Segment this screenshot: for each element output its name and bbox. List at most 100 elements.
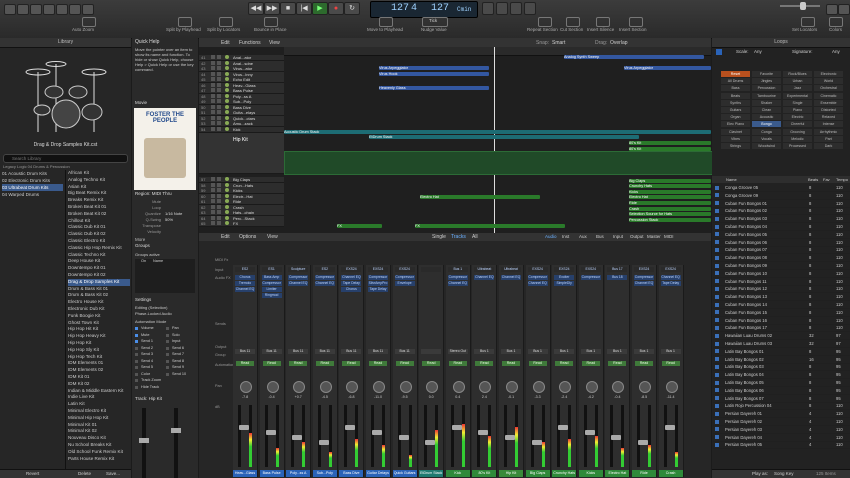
loop-list-item[interactable]: Cuban Fun Bongos 08 8 110 [713,254,850,263]
track-name[interactable]: Quick...ctars [233,116,255,121]
strip-name[interactable]: Kick [445,470,470,477]
volume-fader[interactable] [424,405,436,467]
track-name[interactable]: Crun...Hats [233,183,253,188]
automation-mode[interactable]: Read [315,361,334,366]
library-kit-item[interactable]: Downtempo Kit 02 [68,272,130,279]
mixer-filter-button[interactable]: Output [630,234,644,239]
mixer-filter-button[interactable]: Master [647,234,661,239]
plugin-slot[interactable]: Channel EQ [341,275,362,280]
checkbox-box[interactable] [135,379,138,382]
mute-button[interactable] [211,88,215,92]
fader-cap[interactable] [584,430,595,435]
track-label[interactable]: Track: Hip Kit [135,396,162,401]
mode-all[interactable]: All [472,234,478,240]
mute-button[interactable] [211,121,215,125]
region[interactable]: Acoustic Drum Stack [284,130,711,134]
region[interactable]: Virus Arpeggiator [624,66,711,70]
loop-list-item[interactable]: Cuban Fun Bongos 12 8 110 [713,285,850,294]
fader-cap[interactable] [531,440,542,445]
pan-knob[interactable] [346,381,359,393]
loop-list-item[interactable]: Latin Bay Bongos 04 8 95 [713,371,850,380]
library-kit-item[interactable]: Classic Techno Kit [68,252,130,259]
track-name[interactable]: Virus...lnny [233,72,253,77]
checkbox-box[interactable] [135,346,138,350]
stop-button[interactable]: ■ [280,2,296,15]
library-kit-item[interactable]: Analog Techno Kit [68,177,130,184]
solo-button[interactable] [217,60,221,65]
automation-mode[interactable]: Read [608,361,627,366]
input-slot[interactable]: EXS24 [580,267,601,272]
pan-knob[interactable] [612,381,625,393]
solo-button[interactable] [496,2,508,15]
volume-fader[interactable] [264,405,276,467]
library-kit-item[interactable]: Nu School Breaks Kit [68,442,130,449]
track-name[interactable]: Guita...elays [233,110,255,115]
library-kit-item[interactable]: Classic Hip Hop Remix Kit [68,245,130,252]
pan-knob[interactable] [559,381,572,393]
solo-button[interactable] [217,88,221,92]
checkbox-box[interactable] [135,333,138,337]
region[interactable]: Ride [629,201,711,205]
solo-button[interactable] [217,177,221,181]
volume-readout[interactable]: 0.4 [448,395,468,400]
loops-view-icon[interactable] [716,49,722,55]
volume-fader[interactable] [238,405,249,467]
fader-cap[interactable] [611,435,622,440]
plugin-slot[interactable]: Channel EQ [527,281,548,286]
fader-cap[interactable] [425,440,436,445]
checkbox-box[interactable] [166,353,169,356]
scale-select[interactable]: Any [754,49,762,54]
volume-fader[interactable] [397,405,409,467]
settings-checkbox[interactable]: Pan [166,326,196,332]
plugin-slot[interactable]: Tremolo [235,281,255,286]
track-name[interactable]: Anal...ator [233,55,251,60]
mute-button[interactable] [211,177,215,181]
checkbox-box[interactable] [135,359,138,363]
automation-mode[interactable]: Read [289,361,308,366]
mixer-menu-view[interactable]: View [267,234,278,240]
library-search-field[interactable]: Search Library [3,154,128,163]
solo-button[interactable] [217,210,221,214]
output-slot[interactable]: Bus 11 [235,349,255,354]
plugin-slot[interactable]: Compressor [447,275,468,280]
loop-list-item[interactable]: Hawaiian Luau Drums 03 32 97 [713,340,850,348]
library-kit-item[interactable]: Downtempo Kit 01 [68,265,130,272]
col-name[interactable]: Name [726,177,737,182]
loops-button[interactable] [838,4,850,15]
strip-name[interactable]: Heav...Glass [233,470,257,477]
input-slot[interactable]: ES1 [261,267,282,272]
strip-name[interactable]: Bass Dive [339,470,364,477]
pan-knob[interactable] [373,381,385,393]
fader-cap[interactable] [239,425,249,430]
solo-button[interactable] [217,193,221,198]
col-tempo[interactable]: Tempo [836,177,848,182]
plugin-slot[interactable]: Envelope [394,281,415,286]
forward-button[interactable]: ▶▶ [264,2,280,15]
fader-cap[interactable] [558,425,569,430]
fader-cap[interactable] [398,435,409,440]
volume-readout[interactable]: 2.4 [474,395,494,400]
automation-label[interactable]: Automation Mode [135,319,166,324]
output-slot[interactable]: Bus 1 [580,349,601,354]
hip-kit-region-body[interactable] [284,151,713,175]
loop-list-item[interactable]: Conga Groove 09 8 110 [713,192,850,200]
loop-list-item[interactable]: Latin Bay Bongos 01 8 95 [713,348,850,356]
mute-button[interactable] [211,115,215,120]
plugin-slot[interactable]: Tape Delay [660,281,681,286]
volume-fader[interactable] [477,405,489,467]
inspector-fader-2[interactable] [171,408,181,478]
plugin-slot[interactable]: Bass Amp [261,275,282,280]
mixer-filter-button[interactable]: MIDI [664,234,674,239]
movie-label[interactable]: Movie [135,100,147,105]
loop-list-item[interactable]: Hawaiian Luau Drums 02 32 97 [713,332,850,341]
mute-button[interactable] [211,204,215,209]
loop-list-item[interactable]: Conga Groove 05 8 110 [713,184,850,192]
loop-list-item[interactable]: Cuban Fun Bongos 10 8 110 [713,270,850,278]
plugin-slot[interactable]: Channel EQ [288,281,309,286]
plugin-slot[interactable]: Channel EQ [660,275,681,280]
settings-checkbox[interactable]: Send 4 [135,359,165,365]
play-as-select[interactable]: Song Key [774,471,794,476]
pan-knob[interactable] [240,381,252,393]
loop-list-item[interactable]: Latin Bay Bongos 03 8 95 [713,363,850,372]
more-label[interactable]: More [135,237,145,242]
